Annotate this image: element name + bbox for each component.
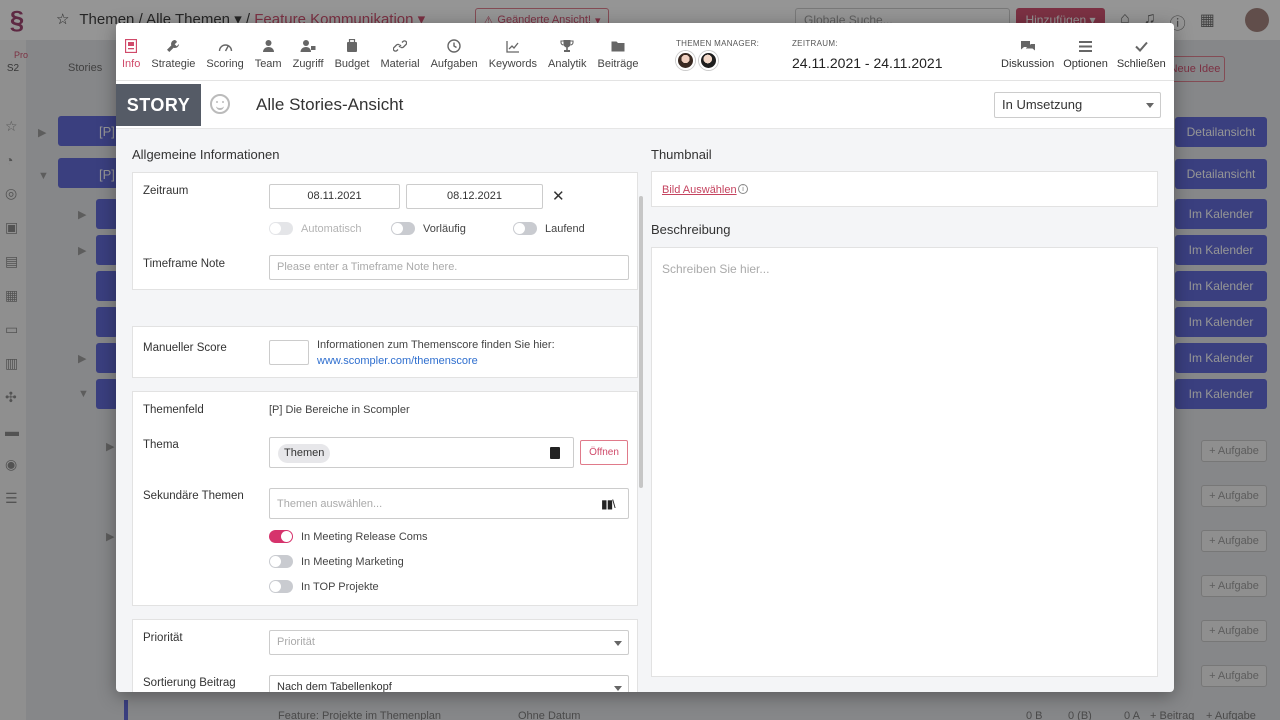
thema-label: Thema — [143, 439, 179, 451]
manager-label: THEMEN MANAGER: — [676, 39, 760, 48]
timeframe-note-input[interactable]: Please enter a Timeframe Note here. — [269, 255, 629, 280]
secondary-topics-label: Sekundäre Themen — [143, 490, 244, 502]
general-info-panel: Allgemeine Informationen Zeitraum 08.11.… — [132, 129, 643, 692]
scrollbar[interactable] — [639, 196, 643, 488]
description-placeholder: Schreiben Sie hier... — [662, 262, 770, 276]
story-title[interactable]: Alle Stories-Ansicht — [256, 95, 403, 115]
toggle-switch — [269, 580, 293, 593]
avatar[interactable] — [699, 51, 718, 70]
tab-bar: Info Strategie Scoring Team Zugriff Budg… — [122, 23, 650, 81]
story-badge: STORY — [116, 84, 201, 126]
caret-down-icon — [1146, 103, 1154, 108]
thumbnail-title: Thumbnail — [651, 147, 712, 162]
score-card: Manueller Score Informationen zum Themen… — [132, 326, 638, 378]
toggle-laufend[interactable]: Laufend — [513, 222, 585, 235]
clock-icon — [445, 38, 463, 54]
score-info-text: Informationen zum Themenscore finden Sie… — [317, 339, 555, 351]
options-button[interactable]: Optionen — [1063, 23, 1108, 81]
timeframe-note-label: Timeframe Note — [143, 258, 226, 270]
priority-card: Priorität Priorität Sortierung Beitrag N… — [132, 619, 638, 692]
tab-keywords[interactable]: Keywords — [489, 23, 537, 81]
period-card: Zeitraum 08.11.2021 08.12.2021 ✕ Automat… — [132, 172, 638, 290]
books-icon: ▮▮\ — [601, 497, 616, 511]
thumbnail-card: Bild Auswählen i — [651, 171, 1158, 207]
story-modal: Info Strategie Scoring Team Zugriff Budg… — [116, 23, 1174, 692]
modal-header: Info Strategie Scoring Team Zugriff Budg… — [116, 23, 1174, 81]
topic-chip[interactable]: Themen — [278, 444, 331, 463]
section-title: Allgemeine Informationen — [132, 147, 280, 162]
tab-team[interactable]: Team — [255, 23, 282, 81]
open-button[interactable]: Öffnen — [580, 440, 628, 465]
toggle-switch — [391, 222, 415, 235]
link-icon — [391, 38, 409, 54]
gauge-icon — [216, 38, 234, 54]
toggle-top-projekte[interactable]: In TOP Projekte — [269, 580, 379, 593]
chart-icon — [504, 38, 522, 54]
secondary-topics-select[interactable]: Themen auswählen... ▮▮\ — [269, 488, 629, 519]
toggle-meeting-marketing[interactable]: In Meeting Marketing — [269, 555, 404, 568]
menu-icon — [1079, 38, 1093, 54]
status-select[interactable]: In Umsetzung — [994, 92, 1161, 118]
thema-select[interactable]: Themen — [269, 437, 574, 468]
topic-card: Themenfeld [P] Die Bereiche in Scompler … — [132, 391, 638, 606]
period-label: ZEITRAUM: — [792, 39, 838, 48]
score-label: Manueller Score — [143, 342, 227, 354]
book-icon — [550, 447, 560, 459]
media-panel: Thumbnail Bild Auswählen i Beschreibung … — [651, 129, 1158, 692]
caret-down-icon — [614, 641, 622, 646]
sort-select[interactable]: Nach dem Tabellenkopf — [269, 675, 629, 692]
tab-scoring[interactable]: Scoring — [206, 23, 244, 81]
access-icon — [299, 38, 317, 54]
sort-label: Sortierung Beitrag — [143, 677, 236, 689]
info-icon[interactable]: i — [738, 184, 748, 194]
manager-avatars — [676, 51, 718, 70]
close-button[interactable]: Schließen — [1117, 23, 1166, 81]
tab-budget[interactable]: Budget — [335, 23, 369, 81]
story-header: STORY Alle Stories-Ansicht In Umsetzung — [116, 81, 1174, 129]
tab-strategie[interactable]: Strategie — [151, 23, 195, 81]
team-icon — [259, 38, 277, 54]
discussion-button[interactable]: Diskussion — [1001, 23, 1054, 81]
priority-label: Priorität — [143, 632, 183, 644]
priority-select[interactable]: Priorität — [269, 630, 629, 655]
period-value: 24.11.2021 - 24.11.2021 — [792, 55, 943, 71]
tab-aufgaben[interactable]: Aufgaben — [431, 23, 478, 81]
tab-analytik[interactable]: Analytik — [548, 23, 587, 81]
info-icon — [122, 38, 140, 54]
budget-icon — [343, 38, 361, 54]
toggle-meeting-release-coms[interactable]: In Meeting Release Coms — [269, 530, 428, 543]
period-field-label: Zeitraum — [143, 185, 189, 197]
smiley-icon[interactable] — [210, 94, 230, 114]
description-editor[interactable]: Schreiben Sie hier... — [651, 247, 1158, 677]
toggle-vorlaeufig[interactable]: Vorläufig — [391, 222, 466, 235]
tab-info[interactable]: Info — [122, 23, 140, 81]
tab-zugriff[interactable]: Zugriff — [293, 23, 324, 81]
start-date-input[interactable]: 08.11.2021 — [269, 184, 400, 209]
wrench-icon — [164, 38, 182, 54]
toggle-switch — [269, 222, 293, 235]
check-icon — [1135, 38, 1148, 54]
themenscore-link[interactable]: www.scompler.com/themenscore — [317, 355, 478, 367]
header-actions: Diskussion Optionen Schließen — [992, 23, 1166, 81]
folder-icon — [609, 38, 627, 54]
tab-material[interactable]: Material — [380, 23, 420, 81]
caret-down-icon — [614, 686, 622, 691]
trophy-icon — [558, 38, 576, 54]
score-input[interactable] — [269, 340, 309, 365]
tab-beitraege[interactable]: Beiträge — [598, 23, 639, 81]
description-title: Beschreibung — [651, 222, 731, 237]
select-image-link[interactable]: Bild Auswählen — [662, 184, 737, 196]
toggle-automatisch[interactable]: Automatisch — [269, 222, 362, 235]
themenfeld-label: Themenfeld — [143, 404, 204, 416]
toggle-switch — [269, 555, 293, 568]
end-date-input[interactable]: 08.12.2021 — [406, 184, 543, 209]
themenfeld-value: [P] Die Bereiche in Scompler — [269, 404, 410, 416]
discussion-icon — [1020, 38, 1036, 54]
toggle-switch — [269, 530, 293, 543]
toggle-switch — [513, 222, 537, 235]
avatar[interactable] — [676, 51, 695, 70]
close-icon[interactable]: ✕ — [552, 187, 565, 205]
